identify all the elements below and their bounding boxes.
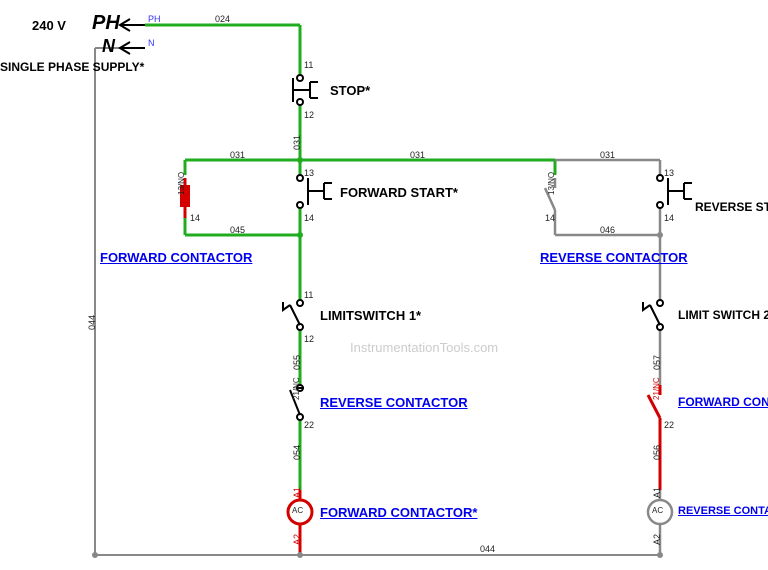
wn-13noa: 13/NO xyxy=(177,172,186,195)
n-terminal: N xyxy=(148,38,155,48)
wn-031b: 031 xyxy=(230,150,245,160)
ac-text-rev: AC xyxy=(652,506,663,515)
wn-14c: 14 xyxy=(545,213,555,223)
voltage-label: 240 V xyxy=(32,18,66,33)
wn-045: 045 xyxy=(230,225,245,235)
wn-21ncb: 21/NC xyxy=(652,377,661,400)
forward-contactor-link-1[interactable]: FORWARD CONTACTOR xyxy=(100,250,252,265)
wn-044l: 044 xyxy=(87,315,97,330)
wn-057: 057 xyxy=(652,355,662,370)
forward-contactor-link-2[interactable]: FORWARD CONTACTOR xyxy=(678,395,768,409)
wn-11b: 11 xyxy=(304,290,313,300)
n-symbol: N xyxy=(102,36,115,57)
wn-055: 055 xyxy=(292,355,302,370)
wn-044b: 044 xyxy=(480,544,495,554)
reverse-start-label: REVERSE START* xyxy=(695,200,768,214)
wn-14d: 14 xyxy=(190,213,200,223)
wiring-svg xyxy=(0,0,768,570)
wn-A2a: A2 xyxy=(292,534,302,545)
limitswitch1-label: LIMITSWITCH 1* xyxy=(320,308,421,323)
wn-A2b: A2 xyxy=(652,534,662,545)
wn-14a: 14 xyxy=(304,213,314,223)
supply-title: SINGLE PHASE SUPPLY* xyxy=(0,60,144,74)
limitswitch2-label: LIMIT SWITCH 2* xyxy=(678,308,768,322)
wn-056: 056 xyxy=(652,445,662,460)
stop-label: STOP* xyxy=(330,83,370,98)
wn-22a: 22 xyxy=(304,420,314,430)
wn-21nca: 21/NC xyxy=(292,377,301,400)
reverse-contactor-coil-label[interactable]: REVERSE CONTACTOR* xyxy=(678,505,768,517)
wn-11: 11 xyxy=(304,60,313,70)
wn-14b: 14 xyxy=(664,213,674,223)
wn-031d: 031 xyxy=(600,150,615,160)
forward-contactor-coil-label[interactable]: FORWARD CONTACTOR* xyxy=(320,505,477,520)
ph-symbol: PH xyxy=(92,12,120,35)
reverse-contactor-link-1[interactable]: REVERSE CONTACTOR xyxy=(540,250,688,265)
forward-start-label: FORWARD START* xyxy=(340,185,458,200)
wn-22b: 22 xyxy=(664,420,674,430)
ac-text-fwd: AC xyxy=(292,506,303,515)
wn-A1b: A1 xyxy=(652,487,662,498)
wn-13b: 13 xyxy=(664,168,674,178)
wn-A1a: A1 xyxy=(292,487,302,498)
wn-12b: 12 xyxy=(304,334,314,344)
wn-054: 054 xyxy=(292,445,302,460)
wn-12: 12 xyxy=(304,110,314,120)
watermark: InstrumentationTools.com xyxy=(350,340,498,355)
wn-031a: 031 xyxy=(292,135,302,150)
wn-13a: 13 xyxy=(304,168,314,178)
wn-13nob: 13/NO xyxy=(547,172,556,195)
wn-046: 046 xyxy=(600,225,615,235)
ph-terminal: PH xyxy=(148,14,161,24)
wn-031c: 031 xyxy=(410,150,425,160)
reverse-contactor-link-2[interactable]: REVERSE CONTACTOR xyxy=(320,395,468,410)
wn-024: 024 xyxy=(215,14,230,24)
